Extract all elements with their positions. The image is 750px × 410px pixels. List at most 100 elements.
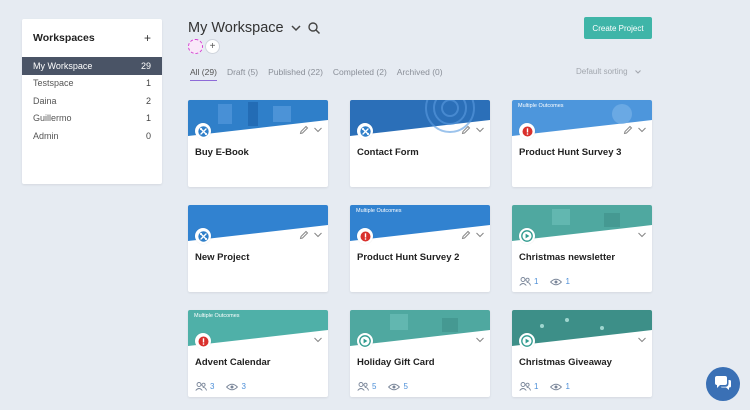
users-icon bbox=[195, 382, 207, 391]
chat-button[interactable] bbox=[706, 367, 740, 401]
chevron-down-icon[interactable] bbox=[475, 230, 485, 240]
member-avatar[interactable] bbox=[188, 39, 203, 54]
card-title: Buy E-Book bbox=[195, 147, 249, 158]
chevron-down-icon[interactable] bbox=[637, 335, 647, 345]
pencil-icon[interactable] bbox=[299, 230, 309, 240]
pencil-icon[interactable] bbox=[461, 230, 471, 240]
participants-stat: 3 bbox=[195, 382, 214, 391]
sorting-label: Default sorting bbox=[576, 67, 628, 76]
workspace-title-bar: My Workspace bbox=[188, 20, 321, 36]
chevron-down-icon bbox=[634, 69, 641, 74]
views-count: 3 bbox=[241, 382, 246, 391]
chevron-down-icon[interactable] bbox=[475, 125, 485, 135]
participants-count: 1 bbox=[534, 277, 539, 286]
workspace-item-my-workspace[interactable]: My Workspace 29 bbox=[22, 57, 162, 75]
workspace-count: 0 bbox=[145, 130, 151, 141]
workspace-name: Daina bbox=[33, 95, 57, 106]
workspace-count: 1 bbox=[145, 113, 151, 124]
tab-published[interactable]: Published (22) bbox=[268, 67, 323, 81]
views-stat: 1 bbox=[550, 382, 570, 391]
chat-icon bbox=[715, 376, 731, 390]
users-icon bbox=[519, 382, 531, 391]
card-title: Product Hunt Survey 2 bbox=[357, 252, 460, 263]
workspace-name: Admin bbox=[33, 130, 59, 141]
workspace-list: My Workspace 29 Testspace 1 Daina 2 Guil… bbox=[22, 57, 162, 145]
tab-all[interactable]: All (29) bbox=[190, 67, 217, 81]
alert-icon bbox=[522, 126, 532, 136]
card-actions bbox=[633, 230, 647, 240]
create-project-button[interactable]: Create Project bbox=[584, 17, 652, 39]
chevron-down-icon[interactable] bbox=[637, 125, 647, 135]
workspace-count: 1 bbox=[145, 78, 151, 89]
chevron-down-icon[interactable] bbox=[289, 21, 303, 35]
participants-stat: 5 bbox=[357, 382, 376, 391]
workspace-members: + bbox=[188, 39, 220, 54]
status-badge bbox=[519, 228, 535, 244]
status-badge bbox=[357, 123, 373, 139]
sorting-dropdown[interactable]: Default sorting bbox=[576, 67, 642, 76]
workspaces-title: Workspaces bbox=[33, 32, 95, 44]
workspace-count: 2 bbox=[145, 95, 151, 106]
tab-archived[interactable]: Archived (0) bbox=[397, 67, 443, 81]
add-member-button[interactable]: + bbox=[205, 39, 220, 54]
chevron-down-icon[interactable] bbox=[313, 125, 323, 135]
card-stats: 11 bbox=[519, 277, 582, 286]
chevron-down-icon[interactable] bbox=[313, 335, 323, 345]
workspace-item-daina[interactable]: Daina 2 bbox=[22, 92, 162, 110]
status-tabs: All (29) Draft (5) Published (22) Comple… bbox=[190, 67, 453, 81]
tab-draft[interactable]: Draft (5) bbox=[227, 67, 258, 81]
project-card[interactable]: New Project bbox=[188, 205, 328, 292]
card-title: Advent Calendar bbox=[195, 357, 271, 368]
project-card[interactable]: Buy E-Book bbox=[188, 100, 328, 187]
card-title: Christmas Giveaway bbox=[519, 357, 612, 368]
workspace-count: 29 bbox=[140, 60, 151, 71]
project-card[interactable]: Contact Form bbox=[350, 100, 490, 187]
card-actions bbox=[309, 335, 323, 345]
card-actions bbox=[457, 230, 485, 240]
workspaces-panel: Workspaces + My Workspace 29 Testspace 1… bbox=[22, 19, 162, 184]
chevron-down-icon[interactable] bbox=[637, 230, 647, 240]
card-actions bbox=[295, 230, 323, 240]
workspaces-header: Workspaces + bbox=[22, 19, 162, 57]
pencil-icon[interactable] bbox=[299, 125, 309, 135]
status-badge bbox=[195, 333, 211, 349]
card-actions bbox=[619, 125, 647, 135]
alert-icon bbox=[360, 231, 370, 241]
project-card[interactable]: Holiday Gift Card 5 5 bbox=[350, 310, 490, 397]
project-card[interactable]: Christmas Giveaway 1 1 bbox=[512, 310, 652, 397]
workspace-item-testspace[interactable]: Testspace 1 bbox=[22, 75, 162, 93]
project-card[interactable]: Multiple Outcomes Product Hunt Survey 3 bbox=[512, 100, 652, 187]
eye-icon bbox=[388, 383, 401, 390]
outcome-label: Multiple Outcomes bbox=[194, 313, 240, 319]
workspace-item-admin[interactable]: Admin 0 bbox=[22, 127, 162, 145]
alert-icon bbox=[198, 336, 208, 346]
eye-icon bbox=[550, 278, 563, 285]
outcome-label: Multiple Outcomes bbox=[518, 103, 564, 109]
page-title[interactable]: My Workspace bbox=[188, 20, 284, 36]
project-card[interactable]: Multiple Outcomes Advent Calendar 3 3 bbox=[188, 310, 328, 397]
chevron-down-icon[interactable] bbox=[475, 335, 485, 345]
search-icon[interactable] bbox=[307, 21, 321, 35]
workspace-name: Guillermo bbox=[33, 113, 72, 124]
tools-icon bbox=[359, 125, 371, 137]
card-actions bbox=[633, 335, 647, 345]
tab-completed[interactable]: Completed (2) bbox=[333, 67, 387, 81]
status-badge bbox=[519, 333, 535, 349]
participants-count: 5 bbox=[372, 382, 377, 391]
status-badge bbox=[357, 333, 373, 349]
play-icon bbox=[521, 230, 533, 242]
card-title: Christmas newsletter bbox=[519, 252, 616, 263]
card-stats: 55 bbox=[357, 382, 420, 391]
status-badge bbox=[519, 123, 535, 139]
pencil-icon[interactable] bbox=[461, 125, 471, 135]
workspace-item-guillermo[interactable]: Guillermo 1 bbox=[22, 110, 162, 128]
card-title: New Project bbox=[195, 252, 250, 263]
card-title: Holiday Gift Card bbox=[357, 357, 435, 368]
add-workspace-button[interactable]: + bbox=[144, 31, 151, 45]
chevron-down-icon[interactable] bbox=[313, 230, 323, 240]
project-card[interactable]: Multiple Outcomes Product Hunt Survey 2 bbox=[350, 205, 490, 292]
pencil-icon[interactable] bbox=[623, 125, 633, 135]
tools-icon bbox=[197, 230, 209, 242]
project-card[interactable]: Christmas newsletter 1 1 bbox=[512, 205, 652, 292]
views-stat: 5 bbox=[388, 382, 408, 391]
